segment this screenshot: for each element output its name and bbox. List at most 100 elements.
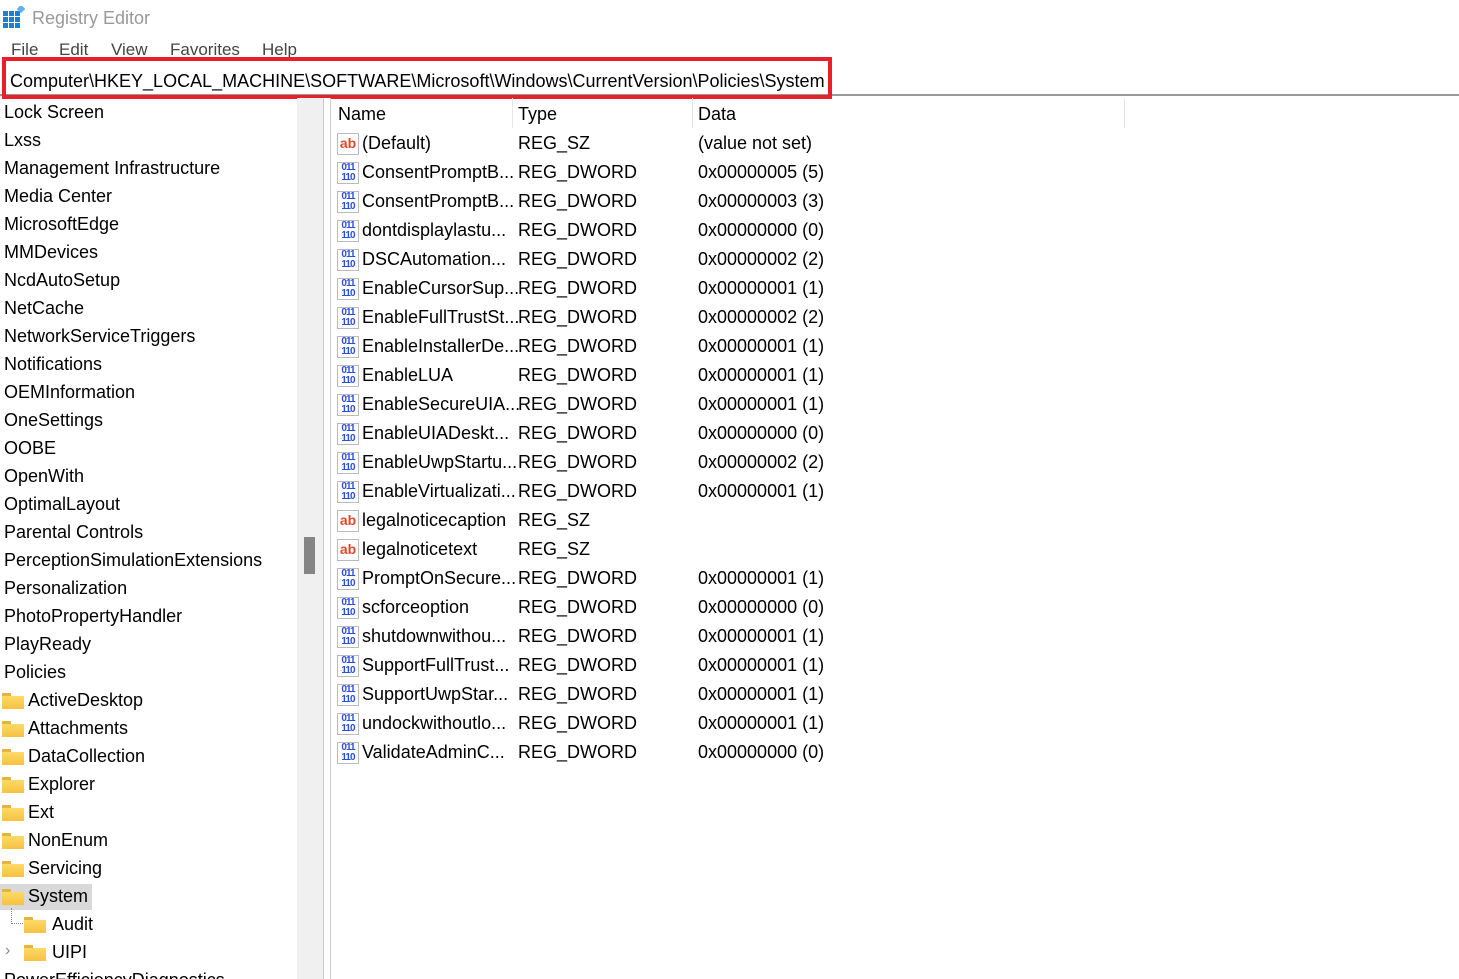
tree-node[interactable]: UIPI xyxy=(22,940,91,966)
tree-node[interactable]: Ext xyxy=(0,800,58,826)
scrollbar-thumb[interactable] xyxy=(304,537,315,574)
pane-splitter[interactable] xyxy=(323,98,331,979)
value-type: REG_DWORD xyxy=(518,452,638,472)
value-type: REG_DWORD xyxy=(518,568,638,588)
value-row[interactable]: 011 110 EnableVirtualizati... REG_DWORD 0x0… xyxy=(331,477,831,506)
string-value-icon: ab xyxy=(337,133,359,155)
tree-node[interactable]: DataCollection xyxy=(0,744,149,770)
value-type: REG_DWORD xyxy=(518,684,638,704)
binary-value-icon: 011 110 xyxy=(337,481,359,503)
value-row[interactable]: 011 110 EnableUwpStartu... REG_DWORD 0x0000… xyxy=(331,448,831,477)
value-data: 0x00000000 (0) xyxy=(698,742,825,762)
value-type: REG_DWORD xyxy=(518,713,638,733)
value-row[interactable]: 011 110 PromptOnSecure... REG_DWORD 0x00000… xyxy=(331,564,831,593)
tree-node-label: Ext xyxy=(28,802,55,822)
tree-node[interactable]: Personalization xyxy=(0,576,131,602)
value-row[interactable]: 011 110 undockwithoutlo... REG_DWORD 0x0000… xyxy=(331,709,831,738)
tree-node[interactable]: OneSettings xyxy=(0,408,107,434)
value-row[interactable]: 011 110 DSCAutomation... REG_DWORD 0x000000… xyxy=(331,245,831,274)
tree-node[interactable]: OEMInformation xyxy=(0,380,139,406)
value-row[interactable]: 011 110 ValidateAdminC... REG_DWORD 0x00000… xyxy=(331,738,831,767)
tree-node[interactable]: Servicing xyxy=(0,856,106,882)
tree-node[interactable]: OOBE xyxy=(0,436,60,462)
value-row[interactable]: 011 110 SupportUwpStar... REG_DWORD 0x00000… xyxy=(331,680,831,709)
value-name: EnableCursorSup... xyxy=(362,278,520,298)
value-row[interactable]: ab (Default) REG_SZ (value not set) xyxy=(331,129,831,158)
key-tree: Lock Screen Lxss Management Infrastructure… xyxy=(0,98,297,979)
binary-value-icon: 011 110 xyxy=(337,394,359,416)
value-type: REG_SZ xyxy=(518,510,591,530)
column-divider[interactable] xyxy=(692,98,693,128)
tree-node-label: OEMInformation xyxy=(4,382,136,402)
tree-scrollbar[interactable] xyxy=(297,98,323,979)
folder-icon xyxy=(2,889,24,905)
tree-node-label: PlayReady xyxy=(4,634,92,654)
value-row[interactable]: 011 110 ConsentPromptB... REG_DWORD 0x00000… xyxy=(331,187,831,216)
tree-node-label: NetworkServiceTriggers xyxy=(4,326,196,346)
value-type: REG_SZ xyxy=(518,133,591,153)
value-row[interactable]: 011 110 ConsentPromptB... REG_DWORD 0x00000… xyxy=(331,158,831,187)
tree-node[interactable]: MMDevices xyxy=(0,240,102,266)
tree-node[interactable]: Parental Controls xyxy=(0,520,147,546)
binary-value-icon: 011 110 xyxy=(337,278,359,300)
value-name: PromptOnSecure... xyxy=(362,568,517,588)
tree-node[interactable]: Media Center xyxy=(0,184,116,210)
value-row[interactable]: ab legalnoticetext REG_SZ xyxy=(331,535,831,564)
column-header-data[interactable]: Data xyxy=(698,104,736,125)
tree-node[interactable]: OpenWith xyxy=(0,464,88,490)
tree-node-label: Lock Screen xyxy=(4,102,105,122)
tree-node-label: MMDevices xyxy=(4,242,99,262)
value-name: EnableInstallerDe... xyxy=(362,336,520,356)
column-divider[interactable] xyxy=(512,98,513,128)
value-row[interactable]: ab legalnoticecaption REG_SZ xyxy=(331,506,831,535)
binary-value-icon: 011 110 xyxy=(337,307,359,329)
value-row[interactable]: 011 110 EnableLUA REG_DWORD 0x00000001 (1) xyxy=(331,361,831,390)
value-row[interactable]: 011 110 shutdownwithou... REG_DWORD 0x00000… xyxy=(331,622,831,651)
tree-node[interactable]: Lxss xyxy=(0,128,45,154)
tree-node[interactable]: PhotoPropertyHandler xyxy=(0,604,186,630)
value-data: 0x00000001 (1) xyxy=(698,655,825,675)
value-type: REG_DWORD xyxy=(518,336,638,356)
tree-node[interactable]: Notifications xyxy=(0,352,106,378)
tree-node[interactable]: OptimalLayout xyxy=(0,492,124,518)
value-row[interactable]: 011 110 scforceoption REG_DWORD 0x00000000 … xyxy=(331,593,831,622)
value-data: (value not set) xyxy=(698,133,813,153)
value-row[interactable]: 011 110 SupportFullTrust... REG_DWORD 0x000… xyxy=(331,651,831,680)
string-value-icon: ab xyxy=(337,510,359,532)
tree-node[interactable]: MicrosoftEdge xyxy=(0,212,123,238)
tree-node[interactable]: System xyxy=(0,884,93,910)
tree-node[interactable]: NonEnum xyxy=(0,828,112,854)
tree-node[interactable]: PerceptionSimulationExtensions xyxy=(0,548,266,574)
tree-node[interactable]: PlayReady xyxy=(0,632,95,658)
column-header-type[interactable]: Type xyxy=(518,104,557,125)
value-row[interactable]: 011 110 EnableFullTrustSt... REG_DWORD 0x00… xyxy=(331,303,831,332)
tree-node[interactable]: ActiveDesktop xyxy=(0,688,147,714)
value-row[interactable]: 011 110 EnableSecureUIA... REG_DWORD 0x0000… xyxy=(331,390,831,419)
tree-node[interactable]: PowerEfficiencyDiagnostics xyxy=(0,968,229,979)
tree-node[interactable]: Policies xyxy=(0,660,70,686)
tree-node[interactable]: Lock Screen xyxy=(0,100,108,126)
tree-node[interactable]: Audit xyxy=(22,912,97,938)
column-header-name[interactable]: Name xyxy=(338,104,386,125)
tree-node[interactable]: Management Infrastructure xyxy=(0,156,224,182)
expand-chevron-icon[interactable]: › xyxy=(5,942,10,960)
tree-node-label: PerceptionSimulationExtensions xyxy=(4,550,263,570)
folder-icon xyxy=(2,721,24,737)
value-data: 0x00000002 (2) xyxy=(698,452,825,472)
value-data: 0x00000002 (2) xyxy=(698,249,825,269)
value-row[interactable]: 011 110 EnableInstallerDe... REG_DWORD 0x00… xyxy=(331,332,831,361)
value-row[interactable]: 011 110 EnableCursorSup... REG_DWORD 0x0000… xyxy=(331,274,831,303)
value-row[interactable]: 011 110 EnableUIADeskt... REG_DWORD 0x00000… xyxy=(331,419,831,448)
value-data: 0x00000001 (1) xyxy=(698,365,825,385)
folder-icon xyxy=(24,917,46,933)
address-input[interactable]: Computer\HKEY_LOCAL_MACHINE\SOFTWARE\Mic… xyxy=(2,57,832,99)
tree-node[interactable]: NetCache xyxy=(0,296,88,322)
column-divider[interactable] xyxy=(1124,98,1125,128)
value-row[interactable]: 011 110 dontdisplaylastu... REG_DWORD 0x000… xyxy=(331,216,831,245)
value-type: REG_SZ xyxy=(518,539,591,559)
tree-node[interactable]: NcdAutoSetup xyxy=(0,268,124,294)
binary-value-icon: 011 110 xyxy=(337,713,359,735)
tree-node[interactable]: Attachments xyxy=(0,716,132,742)
tree-node[interactable]: Explorer xyxy=(0,772,99,798)
tree-node[interactable]: NetworkServiceTriggers xyxy=(0,324,199,350)
